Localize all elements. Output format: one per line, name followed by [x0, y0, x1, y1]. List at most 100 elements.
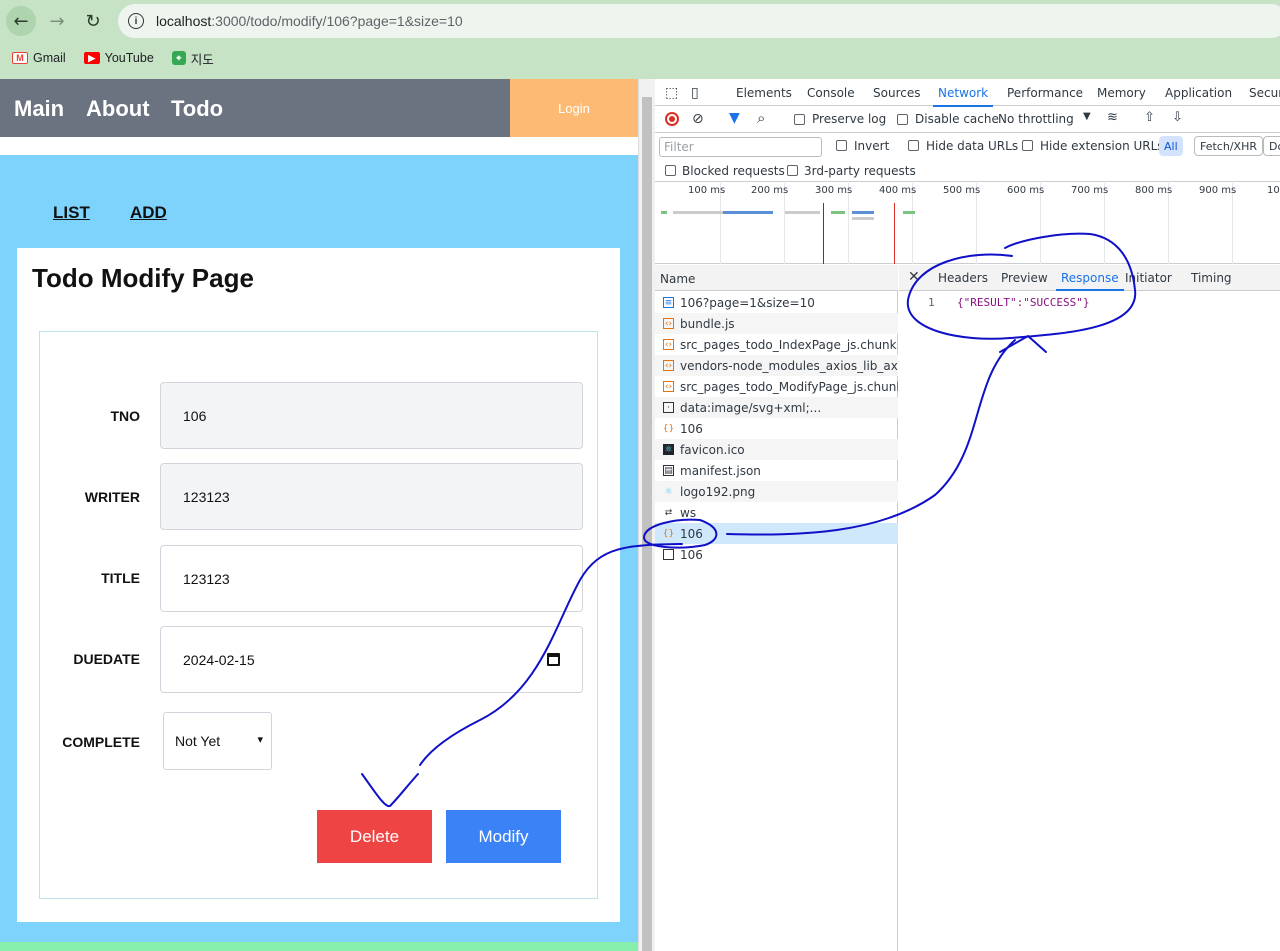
response-body: {"RESULT":"SUCCESS"} — [957, 296, 1090, 309]
nav-link-main[interactable]: Main — [14, 96, 64, 122]
tab-console[interactable]: Console — [807, 86, 855, 100]
bookmark-maps[interactable]: ⌖ 지도 — [171, 49, 214, 68]
clear-icon[interactable]: ⊘ — [692, 111, 704, 127]
tab-initiator[interactable]: Initiator — [1125, 271, 1172, 285]
request-name: 106 — [680, 526, 703, 541]
url-text: localhost:3000/todo/modify/106?page=1&si… — [156, 13, 463, 29]
network-conditions-icon[interactable]: ≋ — [1107, 110, 1118, 125]
bookmark-label: 지도 — [190, 51, 214, 67]
request-name: 106?page=1&size=10 — [680, 295, 815, 310]
timeline-tick: 500 ms — [943, 185, 981, 196]
scrollbar-thumb[interactable] — [642, 97, 652, 951]
close-icon[interactable]: ✕ — [908, 269, 920, 285]
request-row[interactable]: ‹› src_pages_todo_ModifyPage_js.chunk.js — [655, 376, 898, 397]
tab-application[interactable]: Application — [1165, 86, 1232, 100]
filter-chip-doc[interactable]: Do — [1263, 136, 1280, 156]
writer-field[interactable]: 123123 — [160, 463, 583, 530]
inspect-element-icon[interactable]: ⬚ — [665, 85, 678, 101]
delete-button[interactable]: Delete — [317, 810, 432, 863]
favicon-icon: ⚛ — [663, 444, 674, 455]
request-name: data:image/svg+xml;... — [680, 400, 822, 415]
page-scrollbar[interactable] — [638, 79, 655, 951]
filter-chip-all[interactable]: All — [1159, 136, 1183, 156]
request-name: 106 — [680, 421, 703, 436]
address-bar[interactable]: i localhost:3000/todo/modify/106?page=1&… — [118, 4, 1280, 38]
chevron-down-icon: ▾ — [257, 733, 263, 746]
preserve-log-checkbox[interactable] — [794, 114, 805, 125]
calendar-icon[interactable] — [547, 653, 560, 666]
search-icon[interactable]: ⌕ — [757, 109, 765, 127]
third-party-checkbox[interactable] — [787, 165, 798, 176]
request-name: src_pages_todo_ModifyPage_js.chunk.js — [680, 379, 898, 394]
request-list: Name ≡ 106?page=1&size=10 ‹› bundle.js ‹› s… — [655, 265, 898, 951]
request-row[interactable]: ‹› vendors-node_modules_axios_lib_axios..… — [655, 355, 898, 376]
page-title: Todo Modify Page — [32, 263, 254, 293]
complete-select[interactable]: Not Yet ▾ — [163, 712, 272, 770]
network-overview[interactable]: 100 ms 200 ms 300 ms 400 ms 500 ms 600 m… — [655, 183, 1280, 264]
record-icon[interactable] — [665, 112, 679, 126]
reload-icon[interactable]: ↻ — [78, 6, 108, 36]
login-button[interactable]: Login — [510, 79, 638, 137]
site-info-icon[interactable]: i — [128, 13, 144, 29]
complete-label: COMPLETE — [62, 734, 140, 750]
nav-link-about[interactable]: About — [86, 96, 150, 122]
modify-button[interactable]: Modify — [446, 810, 561, 863]
tab-performance[interactable]: Performance — [1007, 86, 1083, 100]
request-row[interactable]: ⚛ favicon.ico — [655, 439, 898, 460]
script-icon: ‹› — [663, 381, 674, 392]
request-row[interactable]: ▤ manifest.json — [655, 460, 898, 481]
request-row[interactable]: · data:image/svg+xml;... — [655, 397, 898, 418]
bookmark-label: Gmail — [33, 51, 66, 65]
add-link[interactable]: ADD — [130, 203, 167, 223]
request-row[interactable]: ⚛ logo192.png — [655, 481, 898, 502]
list-link[interactable]: LIST — [53, 203, 90, 223]
hide-data-urls-label: Hide data URLs — [926, 139, 1019, 153]
web-page: Main About Todo Login LIST ADD Todo Modi… — [0, 79, 638, 951]
tab-memory[interactable]: Memory — [1097, 86, 1146, 100]
request-row-selected[interactable]: {} 106 — [655, 523, 898, 544]
devtools-panel: ⬚ ▯ Elements Console Sources Network Per… — [655, 79, 1280, 951]
invert-checkbox[interactable] — [836, 140, 847, 151]
nav-link-todo[interactable]: Todo — [171, 96, 223, 122]
filter-icon[interactable]: ▼ — [729, 110, 740, 126]
request-row[interactable]: ≡ 106?page=1&size=10 — [655, 292, 898, 313]
tab-sources[interactable]: Sources — [873, 86, 920, 100]
forward-arrow-icon[interactable]: → — [42, 6, 72, 36]
bookmark-gmail[interactable]: M Gmail — [12, 51, 66, 65]
filter-input[interactable]: Filter — [659, 137, 822, 157]
upload-icon[interactable]: ⇧ — [1144, 110, 1155, 125]
duedate-field[interactable]: 2024-02-15 — [160, 626, 583, 693]
throttling-chevron-icon[interactable]: ▼ — [1083, 111, 1091, 122]
duedate-label: DUEDATE — [73, 651, 140, 667]
filter-chip-fetch-xhr[interactable]: Fetch/XHR — [1194, 136, 1263, 156]
tab-response[interactable]: Response — [1056, 271, 1124, 291]
request-row[interactable]: ⇄ ws — [655, 502, 898, 523]
back-arrow-icon[interactable]: ← — [6, 6, 36, 36]
timeline-tick: 700 ms — [1071, 185, 1109, 196]
device-toolbar-icon[interactable]: ▯ — [691, 85, 699, 101]
tno-field[interactable]: 106 — [160, 382, 583, 449]
disable-cache-checkbox[interactable] — [897, 114, 908, 125]
request-name: vendors-node_modules_axios_lib_axios... — [680, 358, 898, 373]
modify-form: TNO 106 WRITER 123123 TITLE 123123 DUEDA… — [39, 331, 598, 899]
tab-security[interactable]: Securi — [1249, 86, 1280, 100]
document-icon: ≡ — [663, 297, 674, 308]
request-row[interactable]: ‹› src_pages_todo_IndexPage_js.chunk.js — [655, 334, 898, 355]
download-icon[interactable]: ⇩ — [1172, 110, 1183, 125]
request-row[interactable]: ‹› bundle.js — [655, 313, 898, 334]
hide-extension-urls-checkbox[interactable] — [1022, 140, 1033, 151]
request-row[interactable]: {} 106 — [655, 418, 898, 439]
title-field[interactable]: 123123 — [160, 545, 583, 612]
bookmark-youtube[interactable]: ▶ YouTube — [83, 51, 154, 65]
tab-elements[interactable]: Elements — [736, 86, 792, 100]
blocked-requests-checkbox[interactable] — [665, 165, 676, 176]
hide-data-urls-checkbox[interactable] — [908, 140, 919, 151]
name-column-header[interactable]: Name — [655, 265, 898, 291]
tab-preview[interactable]: Preview — [1001, 271, 1048, 285]
tab-headers[interactable]: Headers — [938, 271, 988, 285]
request-row[interactable]: 106 — [655, 544, 898, 565]
timeline-tick: 900 ms — [1199, 185, 1237, 196]
tab-timing[interactable]: Timing — [1191, 271, 1232, 285]
throttling-select[interactable]: No throttling — [998, 112, 1074, 126]
tab-network[interactable]: Network — [932, 86, 994, 107]
